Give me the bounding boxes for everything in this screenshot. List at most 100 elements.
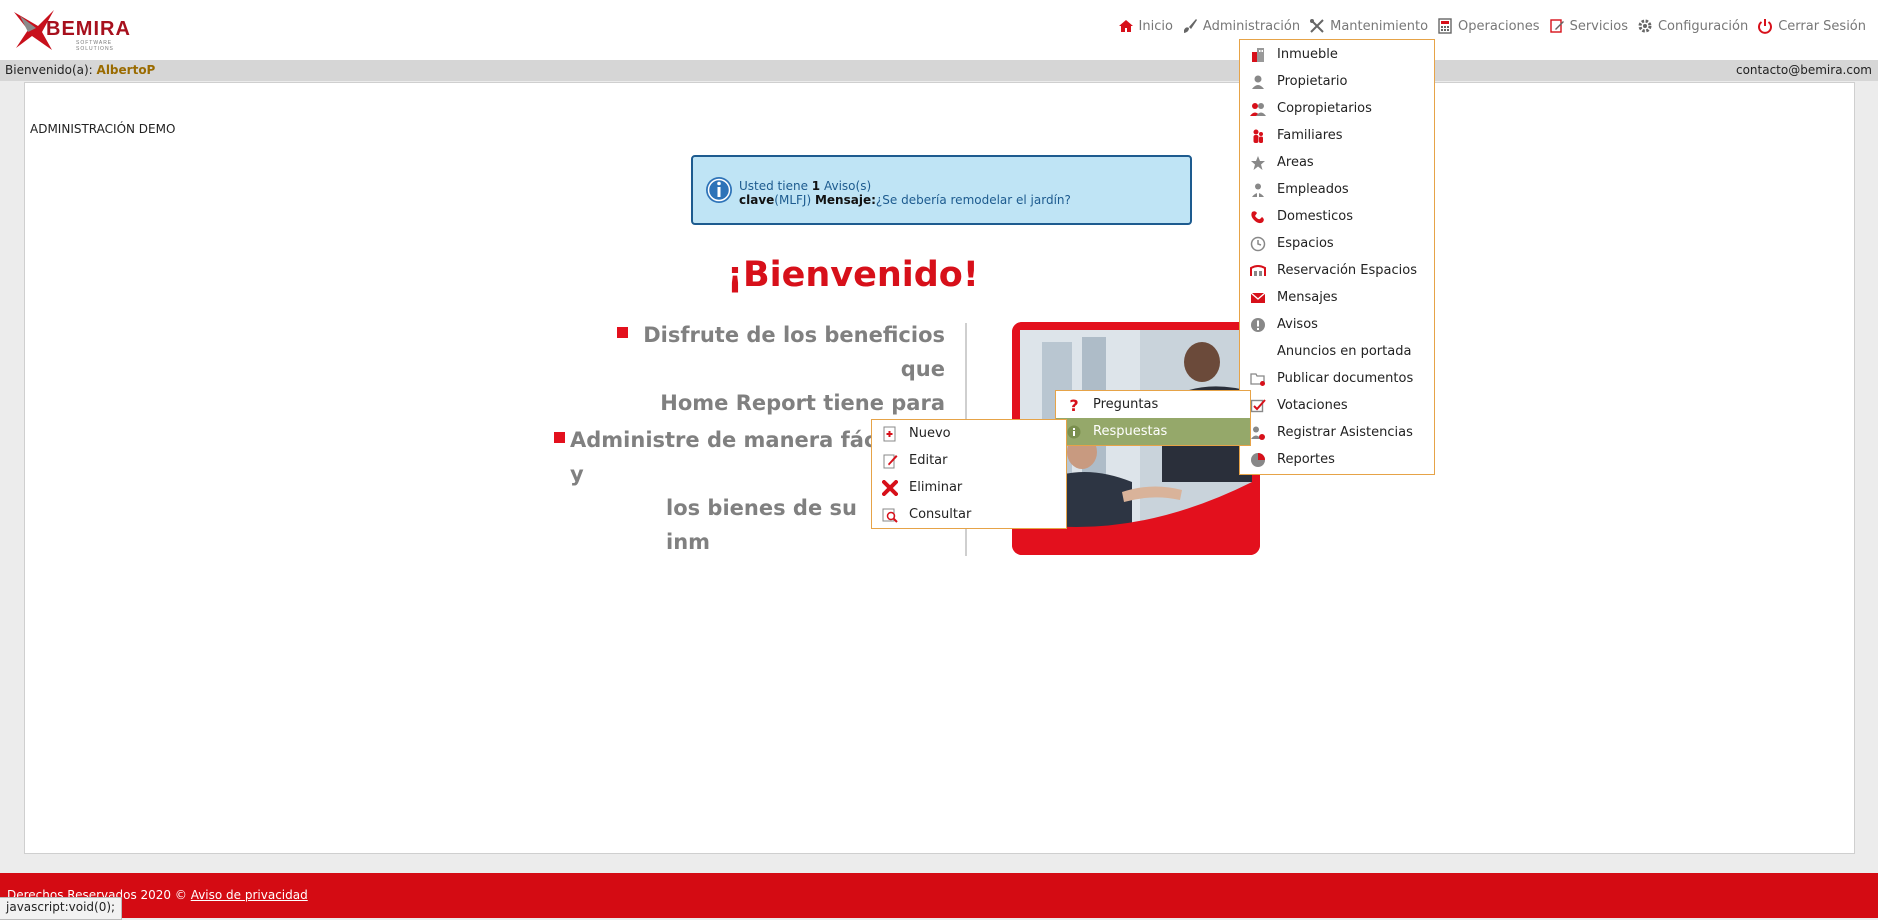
attendance-icon (1250, 425, 1266, 441)
submenu-item-preguntas-label: Preguntas (1093, 397, 1159, 412)
svg-text:?: ? (1069, 397, 1078, 413)
search-icon (882, 507, 898, 523)
delete-icon (882, 479, 898, 496)
brush-icon (1182, 18, 1198, 34)
submenu-item-consultar[interactable]: Consultar (872, 501, 1066, 528)
notice-suffix: Aviso(s) (823, 179, 872, 193)
new-icon (882, 426, 898, 442)
notice-message-line[interactable]: clave(MLFJ) Mensaje:¿Se debería remodela… (739, 193, 1071, 207)
menu-item-espacios[interactable]: Espacios (1240, 230, 1434, 257)
votaciones-submenu: ? Preguntas Respuestas (1055, 390, 1251, 446)
username: AlbertoP (96, 63, 156, 77)
building-icon (1250, 47, 1266, 63)
nav-administracion[interactable]: Administración (1182, 18, 1300, 34)
menu-item-propietario[interactable]: Propietario (1240, 68, 1434, 95)
menu-item-reportes-label: Reportes (1277, 452, 1335, 467)
owner-icon (1250, 74, 1266, 90)
menu-item-inmueble-label: Inmueble (1277, 47, 1338, 62)
menu-item-areas[interactable]: Areas (1240, 149, 1434, 176)
co-owners-icon (1250, 101, 1266, 117)
question-icon: ? (1066, 397, 1082, 413)
menu-item-registrar-asistencias[interactable]: Registrar Asistencias (1240, 419, 1434, 446)
pie-chart-icon (1250, 452, 1266, 468)
menu-item-mensajes-label: Mensajes (1277, 290, 1338, 305)
gear-icon (1637, 18, 1653, 34)
menu-item-areas-label: Areas (1277, 155, 1314, 170)
notice-key-value: (MLFJ) (774, 193, 812, 207)
menu-item-anuncios-en-portada-label: Anuncios en portada (1277, 344, 1412, 359)
contact-email: contacto@bemira.com (1735, 63, 1872, 77)
nav-inicio-label: Inicio (1138, 18, 1173, 34)
nav-servicios-label: Servicios (1569, 18, 1628, 34)
nav-cerrar-sesion[interactable]: Cerrar Sesión (1757, 18, 1866, 34)
mail-icon (1250, 290, 1266, 306)
nav-operaciones-label: Operaciones (1458, 18, 1540, 34)
menu-item-reportes[interactable]: Reportes (1240, 446, 1434, 473)
submenu-item-nuevo[interactable]: Nuevo (872, 420, 1066, 447)
submenu-item-preguntas[interactable]: ? Preguntas (1056, 391, 1250, 418)
info-icon (1066, 424, 1082, 440)
submenu-item-eliminar[interactable]: Eliminar (872, 474, 1066, 501)
user-greeting: Bienvenido(a): AlbertoP (5, 63, 155, 77)
menu-item-mensajes[interactable]: Mensajes (1240, 284, 1434, 311)
tools-icon (1309, 18, 1325, 34)
submenu-item-respuestas[interactable]: Respuestas (1056, 418, 1250, 445)
nav-configuracion-label: Configuración (1657, 18, 1749, 34)
menu-item-empleados[interactable]: Empleados (1240, 176, 1434, 203)
domestic-icon (1250, 209, 1266, 225)
menu-item-reservacion-espacios[interactable]: Reservación Espacios (1240, 257, 1434, 284)
clock-icon (1250, 236, 1266, 252)
notice-key-label: clave (739, 193, 775, 207)
star-icon (1250, 155, 1266, 171)
submenu-item-eliminar-label: Eliminar (909, 480, 963, 495)
calculator-icon (1437, 18, 1453, 34)
nav-cerrar-sesion-label: Cerrar Sesión (1778, 18, 1866, 34)
family-icon (1250, 128, 1266, 144)
menu-item-domesticos-label: Domesticos (1277, 209, 1353, 224)
notice-message-text[interactable]: ¿Se debería remodelar el jardín? (876, 193, 1071, 207)
menu-item-votaciones[interactable]: Votaciones (1240, 392, 1434, 419)
info-icon (706, 177, 732, 203)
menu-item-empleados-label: Empleados (1277, 182, 1349, 197)
menu-item-votaciones-label: Votaciones (1277, 398, 1348, 413)
menu-item-familiares[interactable]: Familiares (1240, 122, 1434, 149)
bullet-square-2 (554, 432, 565, 443)
administracion-menu: Inmueble Propietario Copropietarios Fami… (1239, 39, 1435, 475)
menu-item-avisos[interactable]: Avisos (1240, 311, 1434, 338)
menu-item-copropietarios[interactable]: Copropietarios (1240, 95, 1434, 122)
nav-inicio[interactable]: Inicio (1118, 18, 1173, 34)
page-title: ADMINISTRACIÓN DEMO (30, 122, 176, 136)
menu-item-inmueble[interactable]: Inmueble (1240, 41, 1434, 68)
nav-servicios[interactable]: Servicios (1549, 18, 1628, 34)
notice-prefix: Usted tiene (739, 179, 808, 193)
submenu-item-respuestas-label: Respuestas (1093, 424, 1168, 439)
notice-count: 1 (811, 179, 821, 193)
folder-icon (1250, 371, 1266, 387)
privacy-link[interactable]: Aviso de privacidad (191, 888, 308, 902)
submenu-item-editar[interactable]: Editar (872, 447, 1066, 474)
menu-item-espacios-label: Espacios (1277, 236, 1334, 251)
logo-subtext: SOFTWARE SOLUTIONS (76, 40, 114, 52)
nav-operaciones[interactable]: Operaciones (1437, 18, 1540, 34)
respuestas-submenu: Nuevo Editar Eliminar Consultar (871, 419, 1067, 529)
bemira-logo[interactable]: BEMIRA SOFTWARE SOLUTIONS (12, 6, 142, 52)
menu-item-domesticos[interactable]: Domesticos (1240, 203, 1434, 230)
footer: Derechos Reservados 2020 © Aviso de priv… (0, 873, 1878, 918)
nav-mantenimiento[interactable]: Mantenimiento (1309, 18, 1428, 34)
checkbox-icon (1250, 398, 1266, 414)
menu-item-publicar-documentos[interactable]: Publicar documentos (1240, 365, 1434, 392)
bullet-2-line-2: los bienes de su inm (666, 496, 857, 554)
submenu-item-consultar-label: Consultar (909, 507, 972, 522)
notice-message-label: Mensaje: (814, 193, 876, 207)
nav-mantenimiento-label: Mantenimiento (1330, 18, 1429, 34)
nav-configuracion[interactable]: Configuración (1637, 18, 1748, 34)
menu-item-familiares-label: Familiares (1277, 128, 1343, 143)
menu-item-propietario-label: Propietario (1277, 74, 1348, 89)
menu-item-anuncios-en-portada[interactable]: Anuncios en portada (1240, 338, 1434, 365)
bullet-2-line-1: Administre de manera fácil y (570, 428, 891, 486)
logo-text: BEMIRA (46, 18, 131, 40)
welcome-bar: Bienvenido(a): AlbertoP contacto@bemira.… (0, 60, 1878, 81)
power-icon (1757, 18, 1773, 34)
alert-icon (1250, 317, 1266, 333)
home-icon (1118, 18, 1134, 34)
